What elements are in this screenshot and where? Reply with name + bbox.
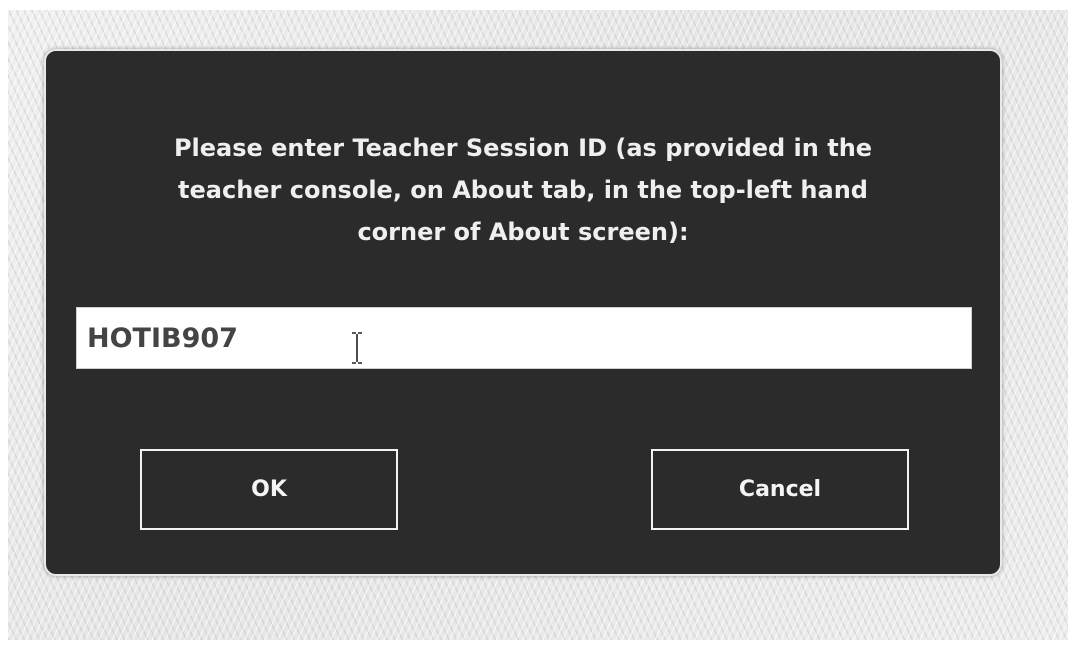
i-beam-cursor-icon bbox=[352, 332, 362, 364]
dialog-prompt: Please enter Teacher Session ID (as prov… bbox=[46, 127, 1000, 253]
prompt-line-3: corner of About screen): bbox=[357, 218, 689, 246]
prompt-line-2: teacher console, on About tab, in the to… bbox=[178, 176, 868, 204]
session-id-input[interactable] bbox=[76, 307, 972, 369]
prompt-line-1: Please enter Teacher Session ID (as prov… bbox=[173, 134, 873, 162]
ok-button[interactable]: OK bbox=[140, 449, 398, 530]
session-id-dialog: Please enter Teacher Session ID (as prov… bbox=[44, 49, 1002, 576]
cancel-button[interactable]: Cancel bbox=[651, 449, 909, 530]
